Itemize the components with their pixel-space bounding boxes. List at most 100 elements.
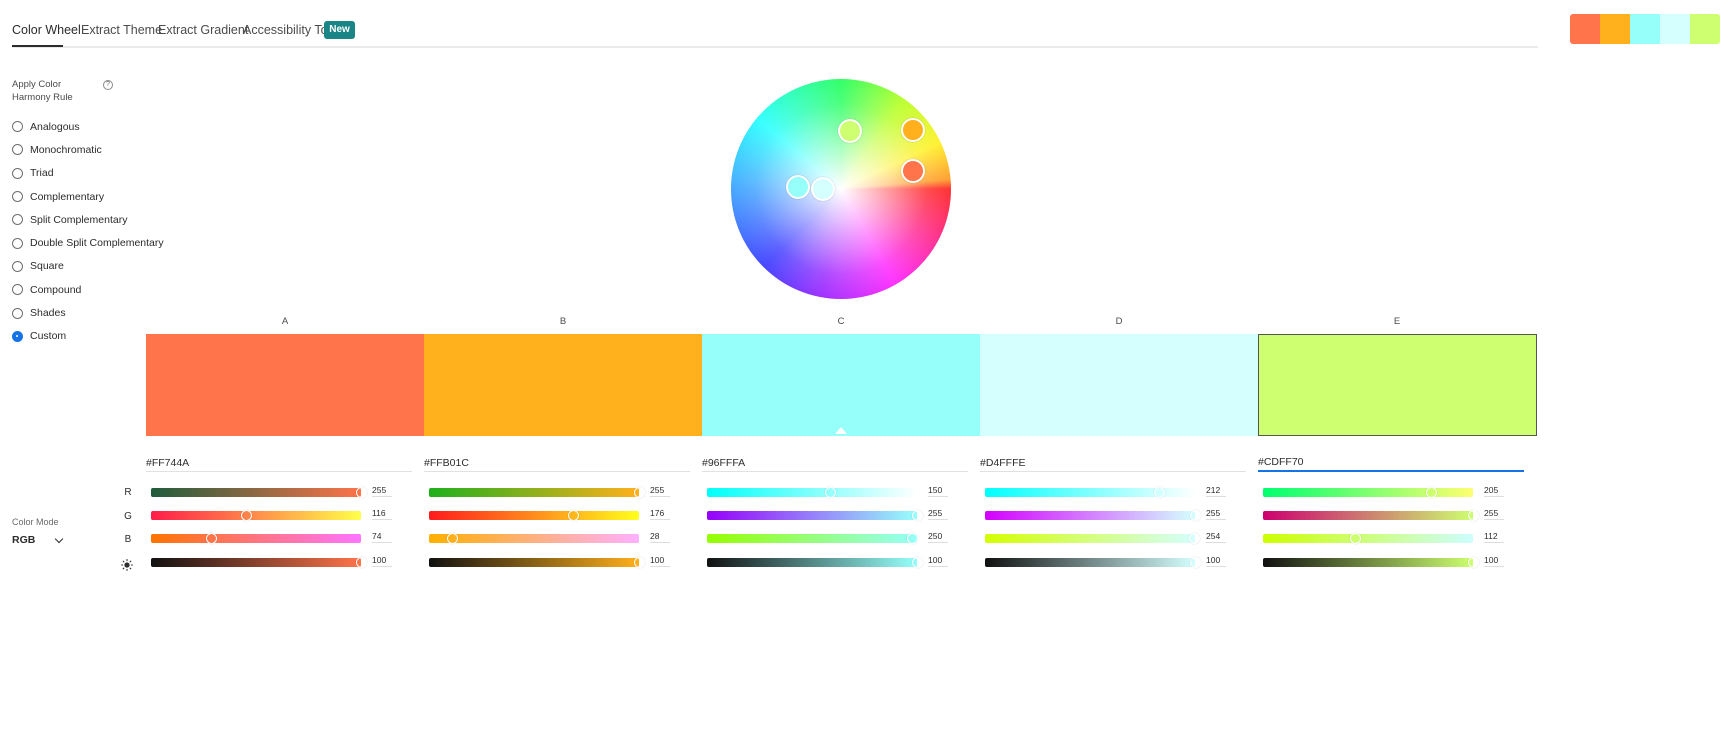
slider-c-b[interactable]	[707, 533, 919, 544]
value-b-b[interactable]: 28	[650, 531, 670, 543]
value-a-g[interactable]: 116	[372, 508, 392, 520]
rule-monochromatic[interactable]: Monochromatic	[12, 138, 164, 161]
slider-b-r[interactable]	[429, 487, 645, 498]
hex-input-b[interactable]	[424, 454, 690, 472]
slider-c-brightness[interactable]	[707, 557, 923, 568]
slider-thumb[interactable]	[825, 487, 837, 498]
slider-thumb[interactable]	[1188, 533, 1200, 544]
slider-e-g[interactable]	[1263, 510, 1479, 521]
rule-double-split-complementary[interactable]: Double Split Complementary	[12, 231, 164, 254]
rule-analogous[interactable]: Analogous	[12, 115, 164, 138]
slider-e-r[interactable]	[1263, 487, 1473, 498]
slider-thumb[interactable]	[633, 557, 645, 568]
value-e-r[interactable]: 205	[1484, 485, 1504, 497]
slider-thumb[interactable]	[633, 487, 645, 498]
rule-complementary[interactable]: Complementary	[12, 185, 164, 208]
radio-button[interactable]	[12, 121, 23, 133]
value-c-g[interactable]: 255	[928, 508, 948, 520]
slider-thumb[interactable]	[355, 557, 367, 568]
value-d-brightness[interactable]: 100	[1206, 555, 1226, 567]
slider-thumb[interactable]	[446, 533, 458, 544]
slider-d-g[interactable]	[985, 510, 1201, 521]
slider-d-b[interactable]	[985, 533, 1200, 544]
slider-thumb[interactable]	[1467, 557, 1479, 568]
swatch-d[interactable]	[980, 334, 1258, 436]
slider-c-r[interactable]	[707, 487, 917, 498]
wheel-handle-a[interactable]	[900, 159, 925, 184]
radio-button[interactable]	[12, 167, 23, 179]
slider-thumb[interactable]	[1189, 557, 1201, 568]
swatch-e[interactable]	[1258, 334, 1537, 436]
rule-triad[interactable]: Triad	[12, 162, 164, 185]
color-mode-select[interactable]: RGB	[12, 534, 66, 550]
rule-square[interactable]: Square	[12, 255, 164, 278]
tab-extract-gradient[interactable]: Extract Gradient	[158, 23, 248, 37]
radio-button[interactable]	[12, 214, 23, 226]
radio-button[interactable]	[12, 191, 23, 203]
wheel-handle-c[interactable]	[786, 174, 811, 199]
value-e-g[interactable]: 255	[1484, 508, 1504, 520]
hex-input-e[interactable]	[1258, 454, 1524, 472]
radio-button[interactable]	[12, 284, 23, 296]
slider-thumb[interactable]	[1349, 533, 1361, 544]
slider-e-b[interactable]	[1263, 533, 1473, 544]
slider-d-brightness[interactable]	[985, 557, 1201, 568]
radio-button[interactable]	[12, 307, 23, 319]
slider-b-b[interactable]	[429, 533, 639, 544]
swatch-a[interactable]	[146, 334, 424, 436]
slider-b-g[interactable]	[429, 510, 639, 521]
slider-b-brightness[interactable]	[429, 557, 645, 568]
tab-extract-theme[interactable]: Extract Theme	[81, 23, 162, 37]
value-e-b[interactable]: 112	[1484, 531, 1504, 543]
theme-preview[interactable]	[1570, 14, 1720, 44]
slider-a-g[interactable]	[151, 510, 361, 521]
rule-custom[interactable]: Custom	[12, 325, 164, 348]
slider-a-b[interactable]	[151, 533, 361, 544]
slider-thumb[interactable]	[911, 510, 923, 521]
slider-thumb[interactable]	[1426, 487, 1438, 498]
slider-thumb[interactable]	[1154, 487, 1166, 498]
value-d-r[interactable]: 212	[1206, 485, 1226, 497]
value-a-brightness[interactable]: 100	[372, 555, 392, 567]
slider-thumb[interactable]	[241, 510, 253, 521]
value-b-brightness[interactable]: 100	[650, 555, 670, 567]
radio-button[interactable]	[12, 260, 23, 272]
slider-a-r[interactable]	[151, 487, 367, 498]
hex-input-c[interactable]	[702, 454, 968, 472]
hex-input-a[interactable]	[146, 454, 412, 472]
value-c-b[interactable]: 250	[928, 531, 948, 543]
rule-shades[interactable]: Shades	[12, 301, 164, 324]
tab-color-wheel[interactable]: Color Wheel	[12, 23, 81, 37]
slider-d-r[interactable]	[985, 487, 1195, 498]
value-a-b[interactable]: 74	[372, 531, 392, 543]
value-c-r[interactable]: 150	[928, 485, 948, 497]
slider-thumb[interactable]	[911, 557, 923, 568]
value-c-brightness[interactable]: 100	[928, 555, 948, 567]
swatch-c[interactable]	[702, 334, 980, 436]
radio-button[interactable]	[12, 144, 23, 156]
color-wheel[interactable]	[731, 79, 951, 299]
hex-input-d[interactable]	[980, 454, 1246, 472]
slider-e-brightness[interactable]	[1263, 557, 1479, 568]
slider-thumb[interactable]	[355, 487, 367, 498]
slider-thumb[interactable]	[1189, 510, 1201, 521]
value-e-brightness[interactable]: 100	[1484, 555, 1504, 567]
wheel-handle-d[interactable]	[811, 176, 836, 201]
swatch-b[interactable]	[424, 334, 702, 436]
slider-thumb[interactable]	[1467, 510, 1479, 521]
slider-thumb[interactable]	[568, 510, 580, 521]
value-b-g[interactable]: 176	[650, 508, 670, 520]
rule-compound[interactable]: Compound	[12, 278, 164, 301]
question-circle-icon[interactable]: ?	[103, 80, 113, 90]
radio-button[interactable]	[12, 237, 23, 249]
value-b-r[interactable]: 255	[650, 485, 670, 497]
slider-thumb[interactable]	[206, 533, 218, 544]
value-d-g[interactable]: 255	[1206, 508, 1226, 520]
slider-c-g[interactable]	[707, 510, 923, 521]
radio-button[interactable]	[12, 330, 23, 342]
value-d-b[interactable]: 254	[1206, 531, 1226, 543]
slider-a-brightness[interactable]	[151, 557, 367, 568]
slider-thumb[interactable]	[907, 533, 919, 544]
rule-split-complementary[interactable]: Split Complementary	[12, 208, 164, 231]
value-a-r[interactable]: 255	[372, 485, 392, 497]
